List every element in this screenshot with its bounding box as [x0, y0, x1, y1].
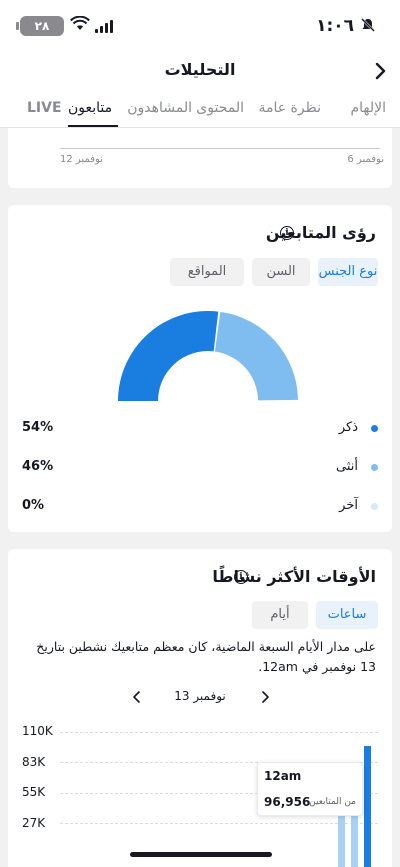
- battery-cap: [16, 22, 19, 30]
- tab-content[interactable]: المحتوى: [196, 100, 244, 116]
- filter-locations[interactable]: المواقع: [170, 258, 244, 286]
- y-tick-label: 27K: [22, 816, 46, 830]
- grid-line: [60, 823, 378, 824]
- status-bar: ١:٠٦ ٢٨: [0, 0, 400, 50]
- chevron-right-icon: [375, 62, 386, 80]
- filter-hours[interactable]: ساعات: [316, 601, 378, 629]
- info-icon[interactable]: i: [280, 226, 294, 240]
- gender-donut-chart: [118, 311, 298, 401]
- wifi-icon: [70, 15, 90, 36]
- y-tick-label: 55K: [22, 785, 46, 799]
- gender-value: 54%: [22, 420, 54, 435]
- active-times-description: على مدار الأيام السبعة الماضية، كان معظم…: [36, 639, 376, 674]
- legend-dot: [371, 503, 378, 510]
- next-day-button[interactable]: [260, 689, 270, 708]
- tab-followers[interactable]: متابعون: [68, 100, 112, 116]
- selected-date: 13 نوفمبر: [174, 689, 226, 703]
- legend-dot: [371, 425, 378, 432]
- gender-label: ذكر: [338, 420, 358, 435]
- donut-segment: [214, 311, 298, 401]
- grid-line: [60, 732, 378, 733]
- x-axis-start-label: نوفمبر 6: [347, 154, 384, 165]
- x-axis-end-label: نوفمبر 12: [60, 154, 103, 165]
- bar-tooltip: 12am 96,956 من المتابعين: [257, 762, 363, 816]
- tooltip-label: من المتابعين: [309, 797, 356, 807]
- tooltip-count: 96,956: [264, 795, 311, 809]
- bell-muted-icon: [360, 17, 376, 37]
- bar-light: [338, 816, 345, 867]
- follower-trend-card: نوفمبر 6 نوفمبر 12: [8, 128, 392, 188]
- gender-label: أنثى: [336, 459, 358, 474]
- battery-icon: ٢٨: [20, 16, 64, 36]
- tooltip-time: 12am: [264, 769, 302, 783]
- donut-segment: [118, 311, 219, 401]
- gender-row-male: 54% ذكر: [8, 419, 392, 439]
- tab-viewers[interactable]: المشاهدون: [127, 100, 192, 116]
- gender-value: 0%: [22, 498, 45, 513]
- chart-x-axis: [60, 148, 380, 149]
- active-tab-indicator: [68, 125, 118, 127]
- gender-row-female: 46% أنثى: [8, 458, 392, 478]
- y-tick-label: 110K: [22, 724, 53, 738]
- y-tick-label: 83K: [22, 755, 46, 769]
- tab-inspiration[interactable]: الإلهام: [350, 100, 386, 116]
- follower-insights-card: رؤى المتابعين i نوع الجنس السن المواقع 5…: [8, 205, 392, 532]
- gender-label: آخر: [339, 498, 358, 513]
- filter-age[interactable]: السن: [252, 258, 310, 286]
- status-time: ١:٠٦: [316, 16, 354, 36]
- signal-icon: [95, 18, 113, 37]
- active-times-card: الأوقات الأكثر نشاطًا i ساعات أيام على م…: [8, 549, 392, 867]
- chevron-right-icon: [262, 691, 269, 703]
- legend-dot: [371, 464, 378, 471]
- filter-gender[interactable]: نوع الجنس: [318, 258, 378, 286]
- info-icon[interactable]: i: [234, 570, 248, 584]
- filter-days[interactable]: أيام: [252, 601, 308, 629]
- gender-row-other: 0% آخر: [8, 497, 392, 517]
- page-title: التحليلات: [164, 60, 236, 79]
- gender-value: 46%: [22, 459, 54, 474]
- tab-live[interactable]: LIVE: [27, 100, 62, 116]
- tab-overview[interactable]: نظرة عامة: [258, 100, 321, 116]
- back-button[interactable]: [374, 62, 388, 84]
- analytics-tabs: الإلهام نظرة عامة المحتوى المشاهدون متاب…: [0, 92, 400, 128]
- header: التحليلات: [0, 50, 400, 92]
- chart-bar-selected[interactable]: [364, 746, 371, 867]
- home-indicator: [130, 852, 272, 857]
